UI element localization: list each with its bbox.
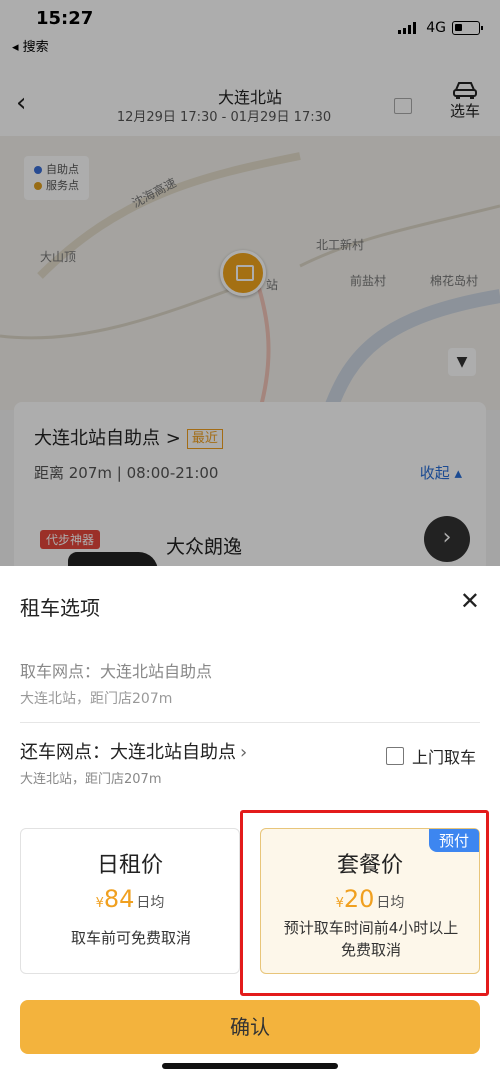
door-pickup-toggle[interactable]: 上门取车	[385, 744, 476, 768]
option-price: ¥84 日均	[95, 885, 165, 913]
checkbox-icon[interactable]	[385, 747, 404, 765]
chevron-right-icon: ›	[240, 742, 248, 763]
door-pickup-label: 上门取车	[411, 748, 476, 767]
rental-options-sheet: 租车选项 ✕ 取车网点：大连北站自助点 大连北站，距门店207m 还车网点：大连…	[0, 566, 500, 1073]
return-location[interactable]: 还车网点：大连北站自助点 ›	[20, 738, 247, 764]
close-icon[interactable]: ✕	[460, 588, 480, 614]
sheet-title: 租车选项	[20, 596, 100, 620]
option-desc: 取车前可免费取消	[70, 929, 191, 947]
home-indicator[interactable]	[162, 1063, 338, 1069]
return-sub: 大连北站，距门店207m	[20, 772, 162, 787]
pickup-sub: 大连北站，距门店207m	[20, 691, 173, 707]
highlight-box	[240, 810, 489, 996]
pickup-location: 取车网点：大连北站自助点	[20, 662, 213, 681]
option-title: 日租价	[96, 853, 163, 878]
daily-price-option[interactable]: 日租价 ¥84 日均 取车前可免费取消	[20, 828, 240, 974]
divider	[20, 722, 480, 723]
confirm-button[interactable]: 确认	[20, 1000, 480, 1054]
